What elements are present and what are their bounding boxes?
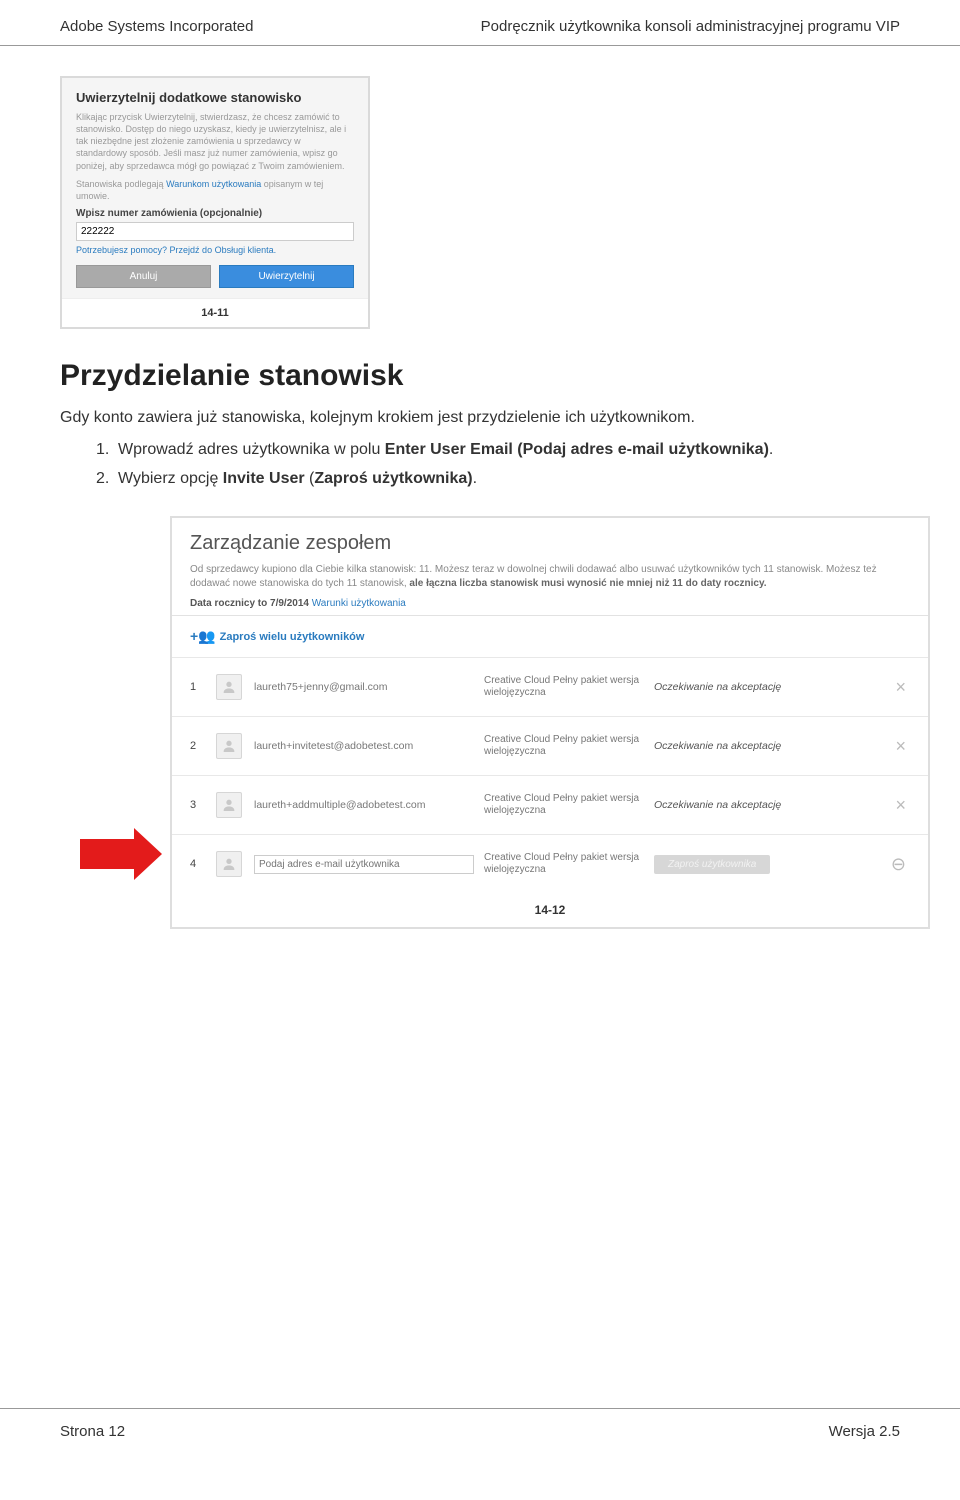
user-email: laureth+addmultiple@adobetest.com: [254, 799, 484, 811]
status-badge: Oczekiwanie na akceptację: [654, 740, 814, 752]
user-email: laureth+invitetest@adobetest.com: [254, 740, 484, 752]
team-description: Od sprzedawcy kupiono dla Ciebie kilka s…: [190, 563, 910, 590]
auth-dialog-figure: Uwierzytelnij dodatkowe stanowisko Klika…: [60, 76, 370, 329]
status-badge: Oczekiwanie na akceptację: [654, 681, 814, 693]
authenticate-button[interactable]: Uwierzytelnij: [219, 265, 354, 288]
table-row-empty: 4 Creative Cloud Pełny pakiet wersja wie…: [172, 834, 928, 893]
intro-paragraph: Gdy konto zawiera już stanowiska, kolejn…: [60, 407, 900, 429]
avatar: [216, 674, 242, 700]
dialog-title: Uwierzytelnij dodatkowe stanowisko: [76, 90, 354, 105]
email-field[interactable]: [254, 855, 474, 874]
remove-icon[interactable]: ×: [895, 677, 910, 698]
header-left: Adobe Systems Incorporated: [60, 18, 253, 35]
product-name: Creative Cloud Pełny pakiet wersja wielo…: [484, 734, 654, 758]
step-1: 1.Wprowadź adres użytkownika w polu Ente…: [96, 439, 900, 461]
dialog-paragraph-2: Stanowiska podlegają Warunkom użytkowani…: [76, 178, 354, 202]
figure-caption-14-11: 14-11: [62, 298, 368, 327]
table-row: 1 laureth75+jenny@gmail.com Creative Clo…: [172, 657, 928, 716]
order-number-input[interactable]: [76, 222, 354, 241]
header-right: Podręcznik użytkownika konsoli administr…: [481, 18, 900, 35]
product-name: Creative Cloud Pełny pakiet wersja wielo…: [484, 675, 654, 699]
product-name: Creative Cloud Pełny pakiet wersja wielo…: [484, 793, 654, 817]
team-title: Zarządzanie zespołem: [190, 532, 910, 555]
table-row: 3 laureth+addmultiple@adobetest.com Crea…: [172, 775, 928, 834]
doc-header: Adobe Systems Incorporated Podręcznik uż…: [0, 0, 960, 46]
row-number: 1: [190, 681, 216, 693]
anniversary-date: Data rocznicy to 7/9/2014 Warunki użytko…: [190, 598, 910, 609]
dialog-paragraph-1: Klikając przycisk Uwierzytelnij, stwierd…: [76, 111, 354, 172]
row-number: 2: [190, 740, 216, 752]
row-number: 3: [190, 799, 216, 811]
step-2: 2.Wybierz opcję Invite User (Zaproś użyt…: [96, 468, 900, 490]
remove-icon[interactable]: ×: [895, 736, 910, 757]
cancel-button[interactable]: Anuluj: [76, 265, 211, 288]
status-badge: Oczekiwanie na akceptację: [654, 799, 814, 811]
team-management-figure: Zarządzanie zespołem Od sprzedawcy kupio…: [170, 516, 930, 929]
product-name: Creative Cloud Pełny pakiet wersja wielo…: [484, 852, 654, 876]
figure-caption-14-12: 14-12: [172, 893, 928, 927]
version-label: Wersja 2.5: [829, 1423, 900, 1440]
invite-multiple-link[interactable]: +👥 Zaproś wielu użytkowników: [172, 616, 928, 657]
terms-link[interactable]: Warunkom użytkowania: [166, 179, 261, 189]
table-row: 2 laureth+invitetest@adobetest.com Creat…: [172, 716, 928, 775]
row-number: 4: [190, 858, 216, 870]
section-heading: Przydzielanie stanowisk: [60, 359, 900, 393]
remove-icon[interactable]: ×: [895, 795, 910, 816]
doc-footer: Strona 12 Wersja 2.5: [0, 1408, 960, 1500]
order-number-label: Wpisz numer zamówienia (opcjonalnie): [76, 208, 354, 219]
avatar: [216, 733, 242, 759]
avatar: [216, 792, 242, 818]
minus-icon[interactable]: ⊖: [891, 854, 910, 875]
help-link[interactable]: Potrzebujesz pomocy? Przejdź do Obsługi …: [76, 245, 354, 255]
avatar: [216, 851, 242, 877]
add-users-icon: +👥: [190, 628, 216, 645]
red-arrow-annotation: [80, 828, 162, 880]
terms-of-use-link[interactable]: Warunki użytkowania: [312, 598, 406, 609]
user-email: laureth75+jenny@gmail.com: [254, 681, 484, 693]
invite-user-button[interactable]: Zaproś użytkownika: [654, 855, 770, 874]
page-number: Strona 12: [60, 1423, 125, 1440]
